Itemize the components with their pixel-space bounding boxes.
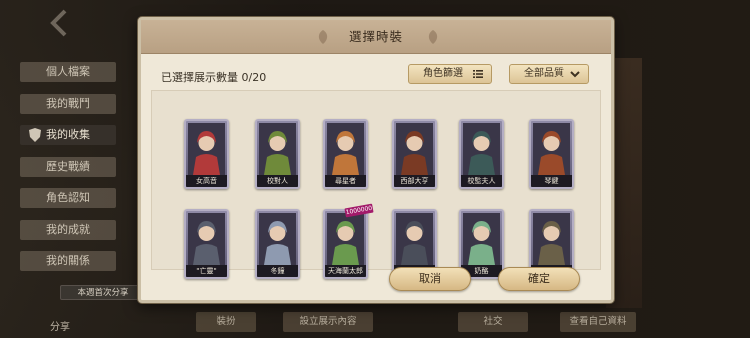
share-bubble: 本週首次分享 <box>60 285 146 300</box>
character-portrait <box>327 123 364 175</box>
character-portrait <box>188 123 225 175</box>
costume-card[interactable]: 尋星者 <box>323 119 368 189</box>
costume-name: "亡靈" <box>186 265 227 277</box>
role-filter-label: 角色篩選 <box>423 68 463 79</box>
modal-header: 選擇時裝 <box>141 20 611 54</box>
costume-name: 女高音 <box>186 175 227 187</box>
character-portrait <box>259 123 296 175</box>
role-filter-button[interactable]: 角色篩選 <box>408 64 492 84</box>
sidebar-item-character[interactable]: 角色認知 <box>20 188 116 208</box>
sidebar: 個人檔案 我的戰鬥 我的收集 歷史戰績 角色認知 我的成就 我的關係 <box>20 62 120 283</box>
tab-view-self[interactable]: 查看自己資料 <box>560 312 636 332</box>
costume-card[interactable]: 天海蘭太郎 <box>323 209 368 279</box>
tab-social[interactable]: 社交 <box>458 312 528 332</box>
shield-icon <box>29 128 41 142</box>
character-portrait <box>259 213 296 265</box>
costume-name: 天海蘭太郎 <box>325 265 366 277</box>
leaf-ornament-icon <box>428 30 438 44</box>
costume-card[interactable]: "亡靈" <box>184 209 229 279</box>
quality-filter-dropdown[interactable]: 全部品質 <box>509 64 589 84</box>
sidebar-item-relations[interactable]: 我的關係 <box>20 251 116 271</box>
costume-card[interactable]: 冬鐘 <box>255 209 300 279</box>
costume-card[interactable]: 西部大亨 <box>392 119 437 189</box>
share-button[interactable]: 分享 <box>50 318 70 333</box>
costume-name: 冬鐘 <box>257 265 298 277</box>
sidebar-item-battle[interactable]: 我的戰鬥 <box>20 93 116 114</box>
list-icon <box>473 70 483 78</box>
sidebar-item-history[interactable]: 歷史戰績 <box>20 156 116 177</box>
costume-card[interactable]: 校對人 <box>255 119 300 189</box>
cancel-button[interactable]: 取消 <box>389 267 471 291</box>
costume-name: 琴鍵 <box>531 175 572 187</box>
costume-card[interactable]: 校監夫人 <box>459 119 504 189</box>
character-portrait <box>188 213 225 265</box>
back-icon[interactable] <box>45 8 73 38</box>
costume-name: 校對人 <box>257 175 298 187</box>
character-portrait <box>533 213 570 265</box>
character-portrait <box>396 213 433 265</box>
sidebar-item-collection[interactable]: 我的收集 <box>20 125 116 145</box>
costume-card[interactable]: 女高音 <box>184 119 229 189</box>
confirm-button[interactable]: 確定 <box>498 267 580 291</box>
selected-count: 已選擇展示數量 0/20 <box>161 71 267 84</box>
costume-name: 校監夫人 <box>461 175 502 187</box>
character-portrait <box>463 213 500 265</box>
character-portrait <box>533 123 570 175</box>
costume-name: 尋星者 <box>325 175 366 187</box>
character-portrait <box>327 213 364 265</box>
costume-grid: 女高音校對人尋星者西部大亨校監夫人琴鍵"亡靈"冬鐘天海蘭太郎1000000列車長… <box>151 90 601 279</box>
costume-name: 西部大亨 <box>394 175 435 187</box>
sidebar-item-label: 我的收集 <box>46 128 90 141</box>
chevron-down-icon <box>570 71 580 78</box>
character-portrait <box>396 123 433 175</box>
tab-dressup[interactable]: 裝扮 <box>196 312 256 332</box>
modal-title: 選擇時裝 <box>348 29 403 44</box>
sidebar-item-profile[interactable]: 個人檔案 <box>20 62 116 82</box>
tab-display-content[interactable]: 設立展示內容 <box>283 312 373 332</box>
leaf-ornament-icon <box>318 30 328 44</box>
costume-select-modal: 選擇時裝 已選擇展示數量 0/20 角色篩選 全部品質 女高音 校對人 尋星者 西部大… <box>138 17 614 303</box>
costume-card[interactable]: 琴鍵 <box>529 119 574 189</box>
quality-filter-label: 全部品質 <box>524 68 564 79</box>
character-portrait <box>463 123 500 175</box>
sidebar-item-achievement[interactable]: 我的成就 <box>20 219 116 240</box>
